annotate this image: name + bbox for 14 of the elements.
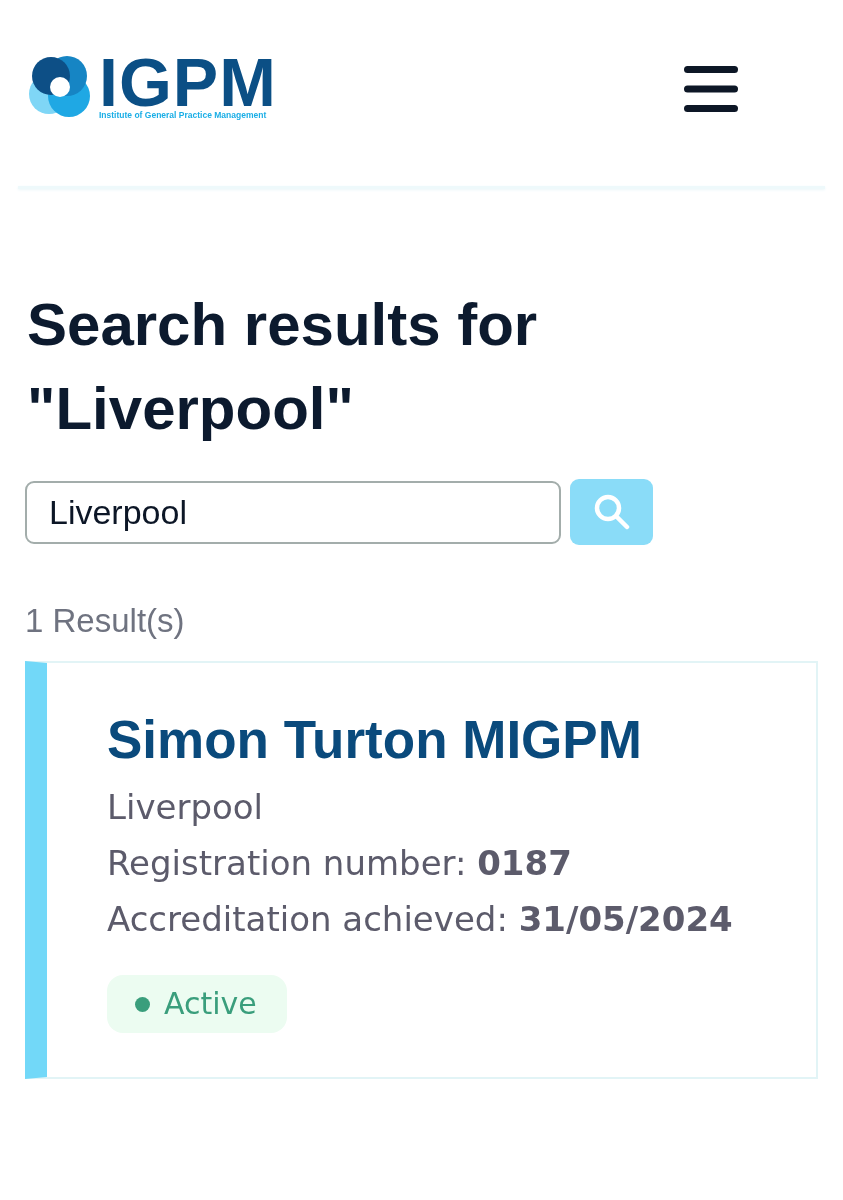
logo-tagline: Institute of General Practice Management <box>99 110 268 121</box>
swirl-logo-icon <box>27 54 93 120</box>
logo-wordmark: IGPM <box>99 54 277 110</box>
member-detail: Liverpool <box>107 786 265 829</box>
member-detail: Accreditation achieved: 31/05/2024 <box>107 898 734 941</box>
member-detail: Registration number: 0187 <box>107 842 573 885</box>
menu-button[interactable] <box>684 66 738 112</box>
member-name[interactable]: Simon Turton MIGPM <box>107 711 796 769</box>
search-field[interactable]: Liverpool <box>25 480 561 544</box>
status-badge: Active <box>107 975 287 1033</box>
search-icon <box>593 494 630 530</box>
page-heading: Search results for "Liverpool" <box>27 290 539 444</box>
results-count: 1 Result(s) <box>25 601 186 641</box>
menu-icon <box>684 66 738 112</box>
